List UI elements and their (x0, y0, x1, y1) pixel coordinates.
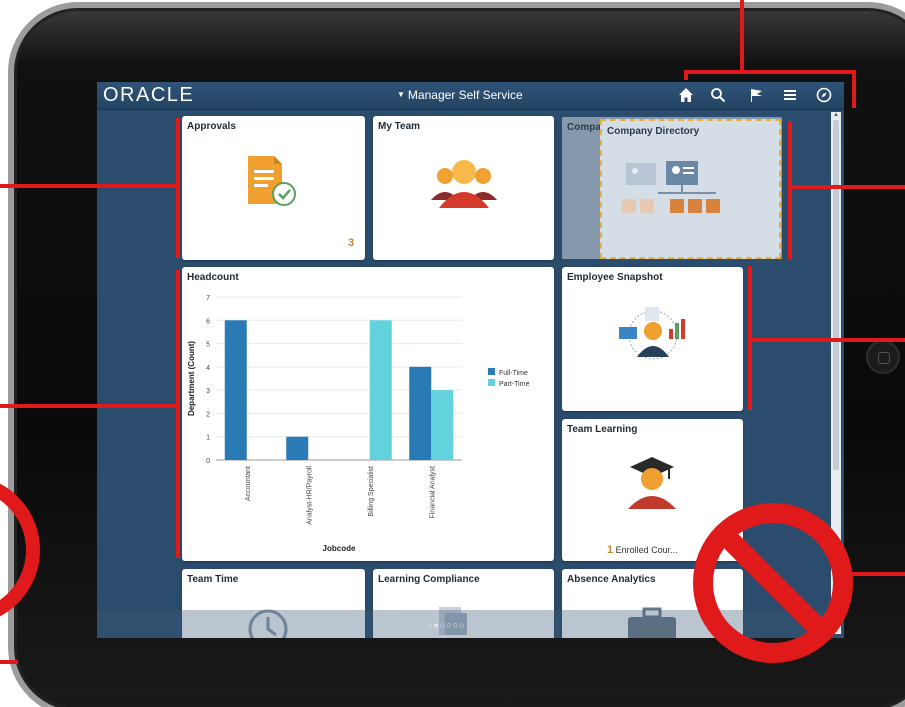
home-icon[interactable] (677, 87, 695, 105)
prohibited-icon (693, 503, 853, 663)
flag-icon[interactable] (747, 87, 765, 105)
legend-label: Part-Time (499, 381, 530, 388)
tile-title: Team Learning (567, 424, 638, 435)
compass-icon[interactable] (815, 87, 833, 105)
scrollbar-thumb[interactable] (833, 120, 839, 470)
oracle-logo: ORACLE (103, 84, 195, 106)
search-icon[interactable] (709, 87, 727, 105)
y-tick-label: 0 (206, 458, 210, 465)
tile-title: Absence Analytics (567, 574, 656, 585)
x-tick-label: Accountant (245, 466, 252, 501)
annotation-line (176, 270, 180, 558)
tile-title: Company Directory (607, 126, 700, 137)
tile-title: Approvals (187, 121, 236, 132)
annotation-line (176, 118, 180, 258)
caret-down-icon: ▼ (397, 90, 405, 99)
chart-bar-full-time (224, 320, 247, 460)
annotation-line (684, 70, 856, 74)
team-learning-status-text: Enrolled Cour... (615, 545, 678, 555)
page-title-dropdown[interactable]: ▼ Manager Self Service (397, 88, 523, 102)
tile-title: Learning Compliance (378, 574, 480, 585)
x-axis-label: Jobcode (323, 544, 356, 553)
annotation-line (740, 0, 744, 72)
team-people-icon (431, 160, 497, 208)
employee-snapshot-icon (619, 307, 685, 360)
scroll-up-arrow-icon[interactable]: ▲ (832, 112, 840, 118)
menu-icon[interactable] (781, 87, 799, 105)
y-tick-label: 1 (206, 435, 210, 442)
annotation-line (788, 185, 905, 189)
team-learning-count: 1 (607, 544, 614, 556)
chart-bar-part-time (369, 320, 392, 460)
annotation-line (0, 184, 180, 188)
tile-title: Team Time (187, 574, 239, 585)
tile-employee-snapshot[interactable]: Employee Snapshot (562, 267, 743, 411)
app-header: ORACLE ▼ Manager Self Service (97, 82, 844, 110)
y-tick-label: 4 (206, 365, 210, 372)
tile-headcount[interactable]: Headcount 0 1 2 3 4 5 6 7 Accountant Analyst-HR/P… (182, 267, 554, 561)
chart-bar-part-time (431, 390, 454, 460)
x-tick-label: Billing Specialist (368, 466, 375, 517)
annotation-line (0, 660, 18, 664)
tile-title: My Team (378, 121, 421, 132)
legend-swatch (488, 379, 495, 386)
tile-my-team[interactable]: My Team (373, 116, 554, 260)
tile-approvals[interactable]: Approvals 3 (182, 116, 365, 260)
y-tick-label: 6 (206, 318, 210, 325)
annotation-line (0, 404, 180, 408)
approvals-document-icon (248, 156, 296, 206)
tablet-home-button[interactable] (866, 340, 900, 374)
chart-bar-full-time (409, 366, 432, 460)
annotation-line (748, 338, 905, 342)
team-learning-status: 1 Enrolled Cour... (607, 544, 678, 556)
legend-swatch (488, 368, 495, 375)
x-tick-label: Financial Analyst (429, 466, 436, 519)
graduation-cap-icon (628, 457, 676, 509)
annotation-line (684, 70, 688, 80)
org-chart-icon (622, 161, 720, 213)
headcount-chart: 0 1 2 3 4 5 6 7 Accountant Analyst-HR/Payroll Bill… (187, 295, 530, 553)
y-tick-label: 3 (206, 388, 210, 395)
x-tick-label: Analyst-HR/Payroll (306, 466, 313, 525)
tile-title-behind: Compa (567, 122, 601, 133)
page-dots[interactable]: ○●○○○○ (427, 620, 466, 630)
page-title: Manager Self Service (407, 88, 523, 102)
tile-title: Employee Snapshot (567, 272, 663, 283)
annotation-line (788, 121, 792, 259)
tile-company-directory[interactable]: Company Directory (600, 119, 781, 259)
approvals-count: 3 (348, 237, 355, 249)
chart-bar-full-time (286, 436, 309, 460)
y-tick-label: 2 (206, 411, 210, 418)
legend-label: Full-Time (499, 370, 528, 377)
y-axis-label: Department (Count) (187, 341, 196, 416)
annotation-line (852, 70, 856, 108)
stage: ORACLE ▼Manager Self Service Approvals (0, 0, 905, 707)
y-tick-label: 5 (206, 342, 210, 349)
annotation-line (848, 572, 905, 576)
y-tick-label: 7 (206, 295, 210, 302)
